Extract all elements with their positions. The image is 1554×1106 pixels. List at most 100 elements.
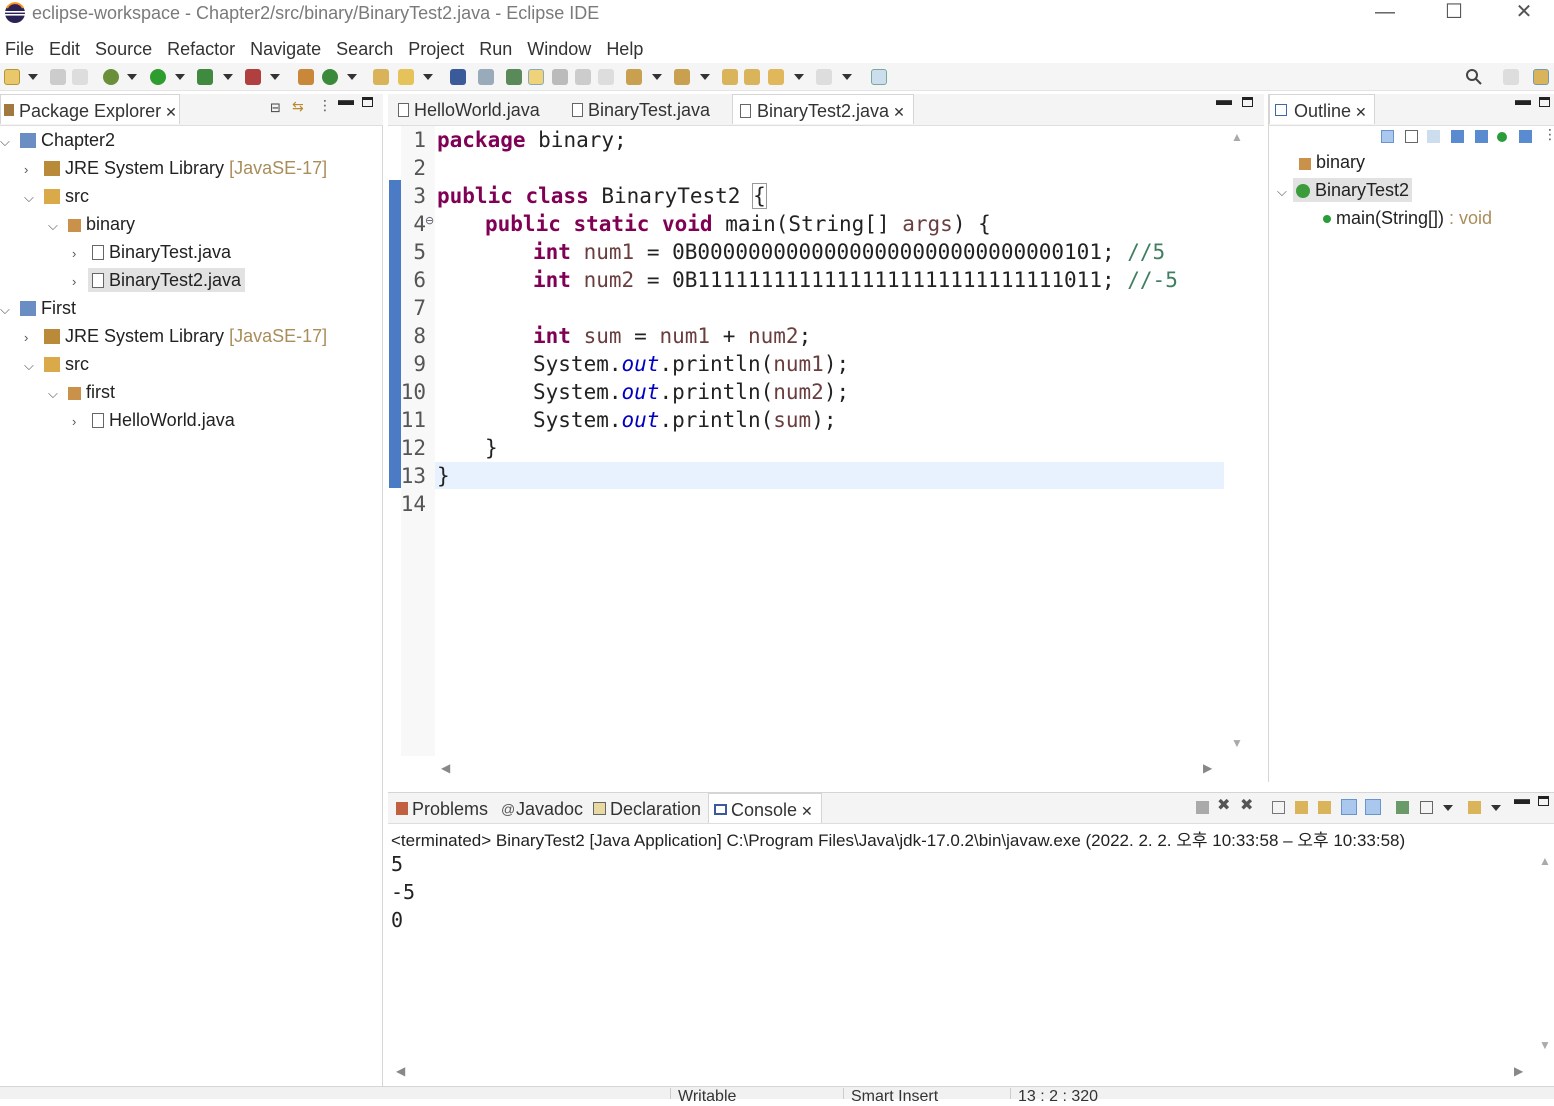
coverage-dropdown-icon[interactable] bbox=[223, 74, 233, 80]
open-console-icon[interactable] bbox=[450, 69, 466, 85]
open-console-dropdown-icon[interactable] bbox=[1491, 805, 1501, 811]
console-vertical-scrollbar[interactable]: ▲ ▼ bbox=[1535, 850, 1554, 1060]
tab-console[interactable]: Console ✕ bbox=[708, 793, 822, 823]
save-all-icon[interactable] bbox=[72, 69, 88, 85]
fold-toggle-icon[interactable]: ⊖ bbox=[425, 214, 434, 227]
tab-declaration[interactable]: Declaration bbox=[590, 793, 701, 823]
show-on-stderr-icon[interactable] bbox=[1365, 799, 1381, 815]
search-dropdown-icon[interactable] bbox=[423, 74, 433, 80]
close-tab-icon[interactable]: ✕ bbox=[893, 104, 905, 120]
tab-binarytest[interactable]: BinaryTest.java bbox=[568, 94, 710, 124]
chevron-right-icon[interactable]: › bbox=[72, 408, 84, 436]
external-tools-dropdown-icon[interactable] bbox=[270, 74, 280, 80]
new-class-dropdown-icon[interactable] bbox=[347, 74, 357, 80]
tab-helloworld[interactable]: HelloWorld.java bbox=[394, 94, 540, 124]
scroll-down-icon[interactable]: ▼ bbox=[1539, 1038, 1551, 1052]
debug-icon[interactable] bbox=[103, 69, 119, 85]
link-editor-icon[interactable] bbox=[1519, 130, 1532, 143]
prev-annotation-dropdown-icon[interactable] bbox=[700, 74, 710, 80]
new-java-project-icon[interactable] bbox=[298, 69, 314, 85]
tab-javadoc[interactable]: @ Javadoc bbox=[498, 793, 583, 823]
menu-file[interactable]: File bbox=[0, 36, 44, 62]
menu-navigate[interactable]: Navigate bbox=[245, 36, 331, 62]
tree-item-src-1[interactable]: ⌵ src bbox=[24, 182, 89, 210]
mark-occurrences-icon[interactable] bbox=[528, 69, 544, 85]
skip-breakpoints-icon[interactable] bbox=[478, 69, 494, 85]
link-editor-icon[interactable]: ⇆ bbox=[292, 98, 304, 115]
maximize-view-icon[interactable] bbox=[362, 97, 373, 107]
minimize-view-icon[interactable]: ▬ bbox=[1515, 92, 1531, 110]
forward-icon[interactable] bbox=[816, 69, 832, 85]
chevron-down-icon[interactable]: ⌵ bbox=[0, 296, 12, 324]
menu-run[interactable]: Run bbox=[474, 36, 522, 62]
hide-nonpublic-icon[interactable] bbox=[1475, 130, 1488, 143]
editor-horizontal-scrollbar[interactable]: ◀ ▶ bbox=[435, 756, 1225, 782]
external-tools-icon[interactable] bbox=[245, 69, 261, 85]
hide-local-types-icon[interactable] bbox=[1497, 132, 1507, 142]
chevron-down-icon[interactable]: ⌵ bbox=[1277, 178, 1289, 206]
console-panel[interactable]: <terminated> BinaryTest2 [Java Applicati… bbox=[388, 824, 1554, 1086]
close-window-button[interactable]: ✕ bbox=[1494, 0, 1554, 26]
new-dropdown-icon[interactable] bbox=[28, 74, 38, 80]
toggle-ant-icon[interactable] bbox=[506, 69, 522, 85]
maximize-view-icon[interactable] bbox=[1538, 796, 1549, 806]
scroll-up-icon[interactable]: ▲ bbox=[1539, 854, 1551, 868]
new-class-icon[interactable] bbox=[322, 69, 338, 85]
open-perspective-icon[interactable] bbox=[1503, 69, 1519, 85]
last-edit-icon[interactable] bbox=[722, 69, 738, 85]
menu-project[interactable]: Project bbox=[403, 36, 474, 62]
close-package-explorer-icon[interactable]: ✕ bbox=[165, 104, 177, 120]
scroll-up-icon[interactable]: ▲ bbox=[1231, 130, 1243, 144]
word-wrap-console-icon[interactable] bbox=[1318, 801, 1331, 814]
back-icon[interactable] bbox=[768, 69, 784, 85]
chevron-right-icon[interactable]: › bbox=[72, 268, 84, 296]
tab-outline[interactable]: Outline ✕ bbox=[1269, 94, 1375, 124]
outline-item-package[interactable]: binary bbox=[1299, 148, 1365, 176]
minimize-view-icon[interactable]: ▬ bbox=[338, 92, 354, 110]
tree-item-jre-library-1[interactable]: › JRE System Library [JavaSE-17] bbox=[24, 154, 327, 182]
remove-all-launches-icon[interactable]: ✖ bbox=[1240, 795, 1253, 815]
tab-binarytest2[interactable]: BinaryTest2.java ✕ bbox=[732, 94, 914, 124]
outline-item-method[interactable]: main(String[]) : void bbox=[1323, 204, 1492, 232]
forward-dropdown-icon[interactable] bbox=[842, 74, 852, 80]
chevron-right-icon[interactable]: › bbox=[72, 240, 84, 268]
show-on-stdout-icon[interactable] bbox=[1341, 799, 1357, 815]
maximize-button[interactable]: ☐ bbox=[1424, 0, 1484, 26]
maximize-view-icon[interactable] bbox=[1539, 97, 1550, 107]
outline-item-class[interactable]: ⌵ BinaryTest2 bbox=[1277, 176, 1413, 206]
pin-console-icon[interactable] bbox=[1396, 801, 1409, 814]
menu-edit[interactable]: Edit bbox=[44, 36, 90, 62]
chevron-right-icon[interactable]: › bbox=[24, 156, 36, 184]
prev-annotation-icon[interactable] bbox=[674, 69, 690, 85]
console-horizontal-scrollbar[interactable]: ◀ ▶ bbox=[388, 1060, 1534, 1084]
block-selection-icon[interactable] bbox=[575, 69, 591, 85]
clear-console-icon[interactable] bbox=[1272, 801, 1285, 814]
tree-item-src-2[interactable]: ⌵ src bbox=[24, 350, 89, 378]
menu-help[interactable]: Help bbox=[601, 36, 653, 62]
tree-item-binarytest2[interactable]: › BinaryTest2.java bbox=[72, 266, 246, 296]
chevron-down-icon[interactable]: ⌵ bbox=[0, 128, 12, 156]
menu-window[interactable]: Window bbox=[522, 36, 601, 62]
scroll-right-icon[interactable]: ▶ bbox=[1514, 1064, 1523, 1078]
java-perspective-icon[interactable] bbox=[1533, 69, 1549, 85]
close-console-icon[interactable]: ✕ bbox=[801, 803, 813, 819]
hide-fields-icon[interactable] bbox=[1427, 130, 1440, 143]
run-icon[interactable] bbox=[150, 69, 166, 85]
next-annotation-icon[interactable] bbox=[626, 69, 642, 85]
terminate-icon[interactable] bbox=[1196, 801, 1209, 814]
save-icon[interactable] bbox=[50, 69, 66, 85]
word-wrap-icon[interactable] bbox=[552, 69, 568, 85]
debug-dropdown-icon[interactable] bbox=[127, 74, 137, 80]
display-console-icon[interactable] bbox=[1420, 801, 1433, 814]
minimize-button[interactable]: — bbox=[1355, 0, 1415, 26]
maximize-view-icon[interactable] bbox=[1242, 97, 1253, 107]
tab-problems[interactable]: Problems bbox=[392, 793, 488, 823]
tree-item-binary[interactable]: ⌵ binary bbox=[48, 210, 135, 238]
coverage-icon[interactable] bbox=[197, 69, 213, 85]
tree-item-jre-library-2[interactable]: › JRE System Library [JavaSE-17] bbox=[24, 322, 327, 350]
chevron-down-icon[interactable]: ⌵ bbox=[48, 380, 60, 408]
remove-launch-icon[interactable]: ✖ bbox=[1217, 795, 1230, 815]
tree-item-helloworld[interactable]: › HelloWorld.java bbox=[72, 406, 235, 434]
scroll-down-icon[interactable]: ▼ bbox=[1231, 736, 1243, 750]
tree-item-first-package[interactable]: ⌵ first bbox=[48, 378, 115, 406]
